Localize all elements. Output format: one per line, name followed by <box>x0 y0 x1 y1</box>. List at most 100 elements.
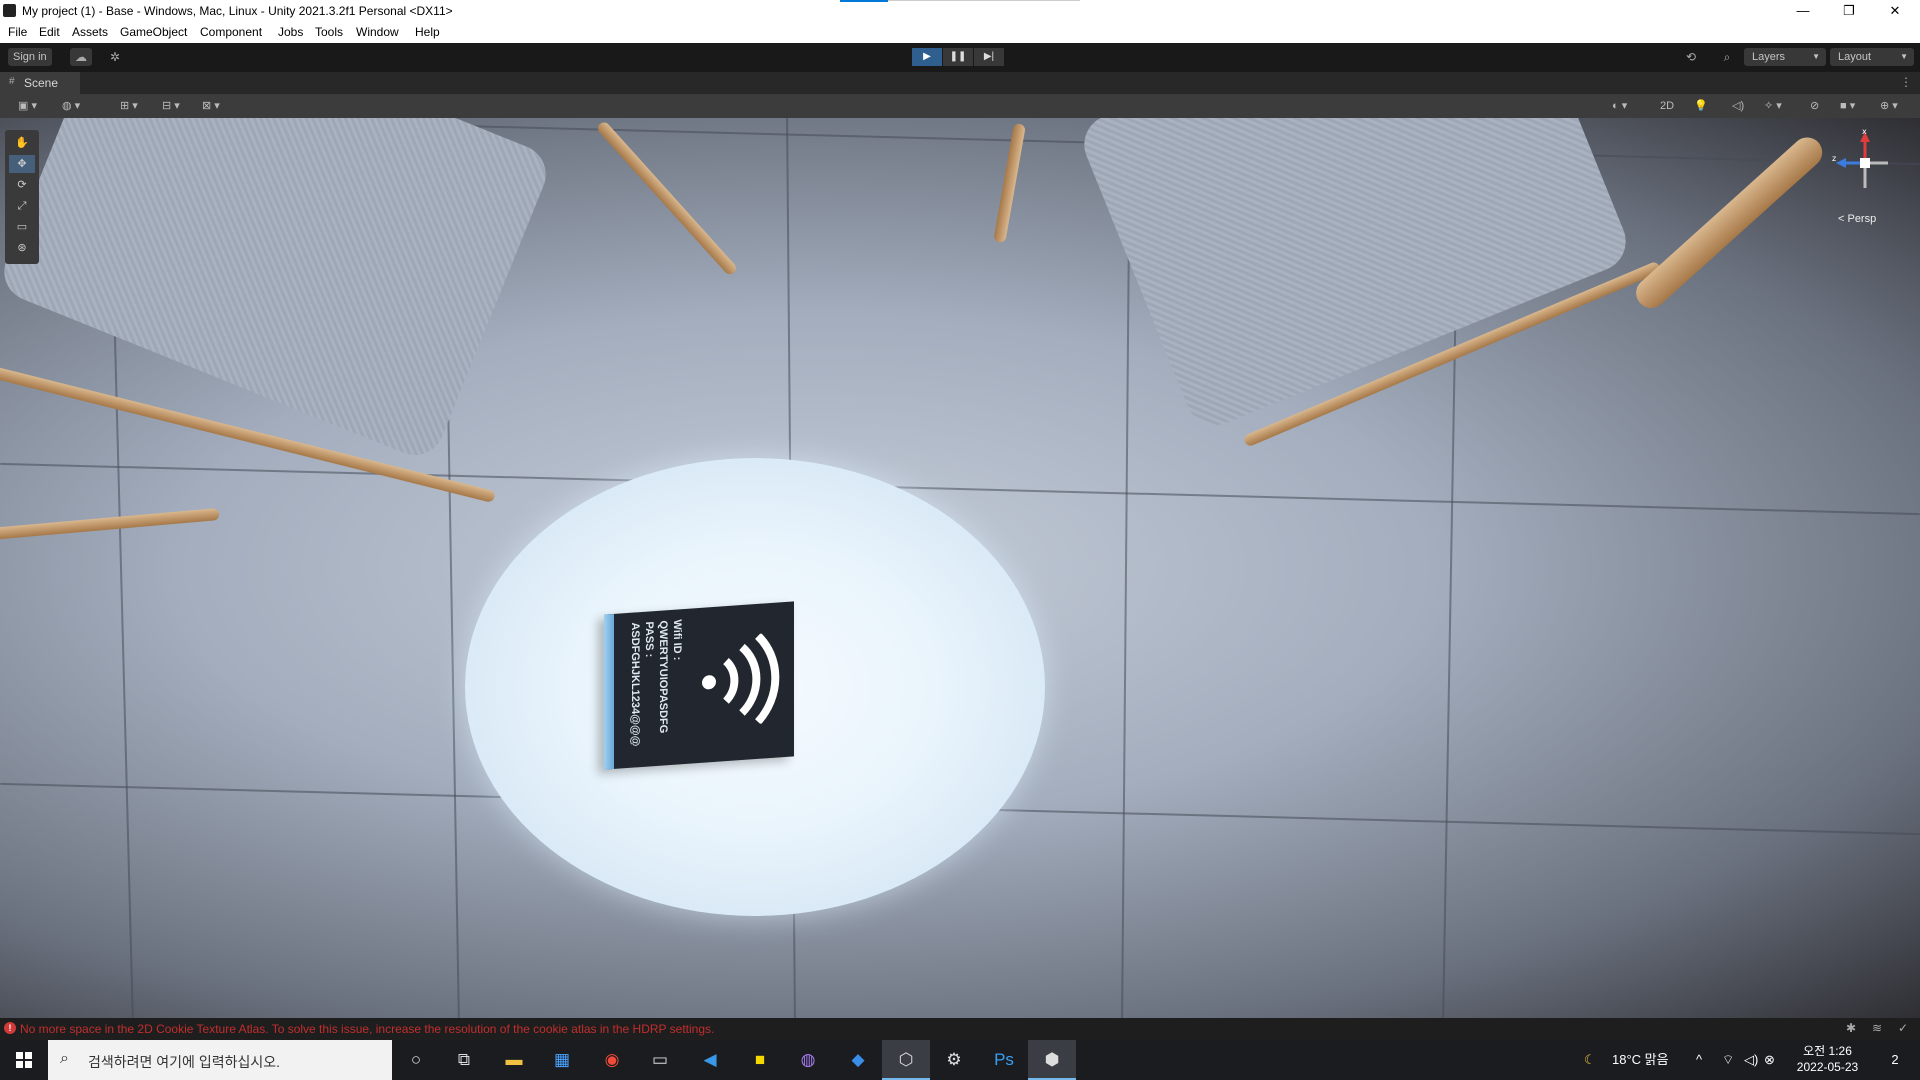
status-bar: ! No more space in the 2D Cookie Texture… <box>0 1018 1920 1040</box>
card-wifi-id: Wifi ID : QWERTYUIOPASDFG <box>657 619 683 734</box>
wifi-card[interactable]: Wifi ID : QWERTYUIOPASDFG PASS : ASDFGHJ… <box>604 601 794 770</box>
check-icon[interactable]: ✓ <box>1898 1021 1908 1035</box>
taskbar: ⌕ 검색하려면 여기에 입력하십시오. ○ ⧉ ▬ ▦ ◉ ▭ ◀ ■ ◍ ◆ … <box>0 1040 1920 1080</box>
menu-component[interactable]: Component <box>200 25 262 39</box>
main-toolbar: Sign in ☁ ✲ ▶ ❚❚ ▶| ⟲ ⌕ Layers ▼ Layout … <box>0 43 1920 72</box>
card-password: PASS : ASDFGHJKL1234@@@ <box>629 621 655 747</box>
menu-help[interactable]: Help <box>415 25 440 39</box>
layers-dropdown[interactable]: Layers ▼ <box>1744 48 1826 66</box>
visibility-icon[interactable]: ⊘ <box>1810 97 1819 115</box>
collab-icon[interactable]: ✲ <box>106 48 124 66</box>
chevron-up-icon[interactable]: ^ <box>1696 1040 1702 1080</box>
menu-jobs[interactable]: Jobs <box>278 25 303 39</box>
photoshop-icon[interactable]: Ps <box>980 1040 1028 1080</box>
close-button[interactable]: ✕ <box>1872 0 1918 22</box>
hand-tool-icon[interactable]: ✋ <box>9 134 35 152</box>
clock-time: 오전 1:26 <box>1803 1044 1852 1058</box>
tab-scene-label: Scene <box>24 76 59 90</box>
effects-icon[interactable]: ✧ ▾ <box>1764 97 1782 115</box>
cloud-icon[interactable]: ☁ <box>70 48 92 66</box>
toggle-2d-button[interactable]: 2D <box>1660 97 1674 115</box>
layout-label: Layout <box>1838 51 1872 63</box>
chrome-icon[interactable]: ◉ <box>588 1040 636 1080</box>
card-edge <box>604 613 614 770</box>
transform-tool-strip: ✋ ✥ ⟳ ⤢ ▭ ⊛ <box>5 130 39 264</box>
settings-icon[interactable]: ⚙ <box>930 1040 978 1080</box>
orientation-gizmo[interactable]: x z <box>1830 128 1900 198</box>
grid-snap-icon[interactable]: ⊞ ▾ <box>120 97 138 115</box>
taskbar-clock[interactable]: 오전 1:26 2022-05-23 <box>1780 1043 1875 1075</box>
menu-file[interactable]: File <box>8 25 27 39</box>
scale-tool-icon[interactable]: ⤢ <box>9 197 35 215</box>
shading-icon[interactable]: ◐ ▾ <box>1612 97 1627 115</box>
chevron-down-icon: ▼ <box>1812 52 1820 61</box>
weather-text[interactable]: 18°C 맑음 <box>1612 1040 1669 1080</box>
title-accent-line <box>888 0 1080 1</box>
camera-icon[interactable]: ■ ▾ <box>1840 97 1855 115</box>
window-title: My project (1) - Base - Windows, Mac, Li… <box>22 4 453 18</box>
search-icon: ⌕ <box>60 1050 69 1067</box>
global-icon[interactable]: ◍ ▾ <box>62 97 80 115</box>
minimize-button[interactable]: — <box>1780 0 1826 22</box>
gizmo-z-label: z <box>1832 154 1836 163</box>
weather-icon[interactable]: ☾ <box>1584 1040 1596 1080</box>
transform-tool-icon[interactable]: ⊛ <box>9 239 35 257</box>
tab-menu-icon[interactable]: ⋮ <box>1900 75 1912 89</box>
debug-icon[interactable]: ✱ <box>1846 1021 1856 1035</box>
pause-button[interactable]: ❚❚ <box>943 48 973 66</box>
rect-tool-icon[interactable]: ▭ <box>9 218 35 236</box>
history-icon[interactable]: ⟲ <box>1680 48 1702 66</box>
audio-icon[interactable]: ◁) <box>1732 97 1744 115</box>
kakaotalk-icon[interactable]: ■ <box>736 1040 784 1080</box>
notification-icon[interactable]: 2 <box>1880 1040 1910 1080</box>
grid-icon[interactable]: ⊟ ▾ <box>162 97 180 115</box>
status-message[interactable]: No more space in the 2D Cookie Texture A… <box>20 1022 714 1036</box>
scene-viewport[interactable]: Wifi ID : QWERTYUIOPASDFG PASS : ASDFGHJ… <box>0 118 1920 1018</box>
perspective-label[interactable]: < Persp <box>1838 213 1876 225</box>
chevron-down-icon: ▼ <box>1900 52 1908 61</box>
terminal-icon[interactable]: ▭ <box>636 1040 684 1080</box>
taskbar-search[interactable]: ⌕ 검색하려면 여기에 입력하십시오. <box>48 1040 392 1080</box>
file-explorer-icon[interactable]: ▬ <box>490 1040 538 1080</box>
title-accent <box>840 0 888 2</box>
menu-tools[interactable]: Tools <box>315 25 343 39</box>
menu-edit[interactable]: Edit <box>39 25 60 39</box>
scene-tab-icon: # <box>9 76 15 87</box>
github-icon[interactable]: ◍ <box>784 1040 832 1080</box>
progress-icon[interactable]: ≋ <box>1872 1021 1882 1035</box>
move-tool-icon[interactable]: ✥ <box>9 155 35 173</box>
layers-label: Layers <box>1752 51 1786 63</box>
menu-window[interactable]: Window <box>356 25 399 39</box>
volume-icon[interactable]: ◁) <box>1744 1040 1758 1080</box>
sign-in-button[interactable]: Sign in <box>8 48 52 66</box>
play-button[interactable]: ▶ <box>912 48 942 66</box>
card-text: Wifi ID : QWERTYUIOPASDFG PASS : ASDFGHJ… <box>624 619 684 763</box>
draw-mode-icon[interactable]: ▣ ▾ <box>18 97 37 115</box>
windows-start-icon[interactable] <box>0 1040 48 1080</box>
layout-dropdown[interactable]: Layout ▼ <box>1830 48 1914 66</box>
store-icon[interactable]: ▦ <box>538 1040 586 1080</box>
lighting-icon[interactable]: 💡 <box>1694 97 1708 115</box>
search-placeholder: 검색하려면 여기에 입력하십시오. <box>88 1054 280 1070</box>
step-button[interactable]: ▶| <box>974 48 1004 66</box>
gizmo-x-label: x <box>1862 128 1867 136</box>
notification-count: 2 <box>1891 1052 1899 1067</box>
gizmos-icon[interactable]: ⊕ ▾ <box>1880 97 1898 115</box>
tab-scene[interactable]: # Scene <box>0 72 80 94</box>
rotate-tool-icon[interactable]: ⟳ <box>9 176 35 194</box>
increment-snap-icon[interactable]: ⊠ ▾ <box>202 97 220 115</box>
task-view-icon[interactable]: ⧉ <box>440 1040 488 1080</box>
cortana-icon[interactable]: ○ <box>392 1040 440 1080</box>
menu-assets[interactable]: Assets <box>72 25 108 39</box>
network-icon[interactable]: ⌔ <box>1722 1040 1734 1080</box>
vscode-icon[interactable]: ◀ <box>686 1040 734 1080</box>
unity-icon[interactable]: ⬢ <box>1028 1040 1076 1080</box>
menu-gameobject[interactable]: GameObject <box>120 25 187 39</box>
error-icon: ! <box>4 1022 16 1034</box>
maximize-button[interactable]: ❐ <box>1826 0 1872 22</box>
input-method-icon[interactable]: ⊗ <box>1764 1040 1775 1080</box>
menu-bar: File Edit Assets GameObject Component Jo… <box>0 22 1920 43</box>
messenger-icon[interactable]: ◆ <box>834 1040 882 1080</box>
search-icon[interactable]: ⌕ <box>1716 48 1738 66</box>
unity-hub-icon[interactable]: ⬡ <box>882 1040 930 1080</box>
